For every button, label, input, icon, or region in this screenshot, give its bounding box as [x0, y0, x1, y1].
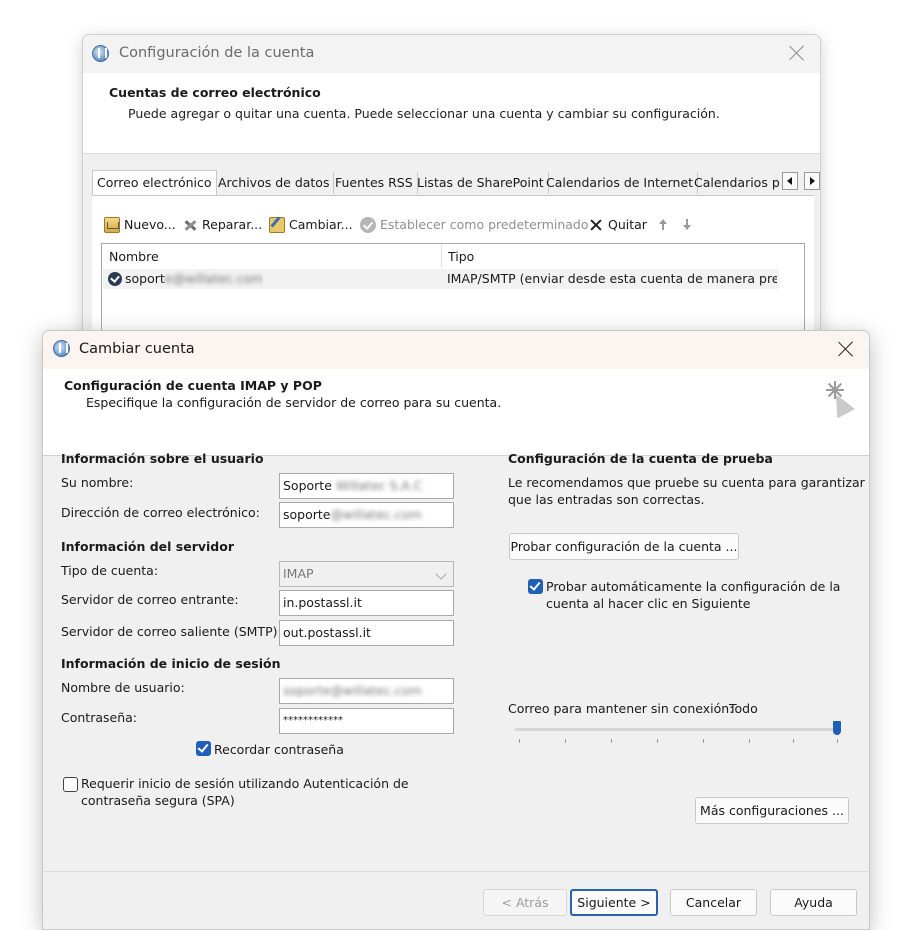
spa-label-line2: contraseña segura (SPA) [81, 793, 235, 808]
slider-tick [793, 739, 794, 743]
new-mail-icon [104, 217, 120, 233]
spa-checkbox[interactable] [63, 777, 78, 792]
server-info-heading: Información del servidor [61, 539, 235, 554]
spa-label-line1: Requerir inicio de sesión utilizando Aut… [81, 776, 409, 791]
auto-test-checkbox[interactable] [528, 579, 543, 594]
incoming-server-input[interactable]: in.postassl.it [279, 590, 454, 616]
account-row[interactable]: soporte@willatec.com IMAP/SMTP (enviar d… [103, 269, 779, 289]
tab-rss-feeds[interactable]: Fuentes RSS [331, 172, 418, 194]
more-settings-button[interactable]: Más configuraciones ... [695, 797, 849, 824]
account-name: soporte@willatec.com [125, 271, 264, 286]
email-address-input[interactable]: soporte@willatec.com [279, 502, 454, 528]
help-button[interactable]: Ayuda [770, 889, 857, 916]
close-icon[interactable] [788, 44, 806, 62]
your-name-input[interactable]: Soporte Willatec S.A.C [279, 473, 454, 499]
offline-mail-slider-thumb[interactable] [833, 721, 841, 735]
account-tabs: Correo electrónico Archivos de datos Fue… [92, 170, 820, 197]
slider-tick [611, 739, 612, 743]
change-account-header: Configuración de cuenta IMAP y POP Espec… [43, 369, 869, 456]
slider-tick [703, 739, 704, 743]
tab-sharepoint-lists[interactable]: Listas de SharePoint [413, 172, 549, 194]
change-account-titlebar[interactable]: Cambiar cuenta [43, 331, 869, 369]
move-down-arrow-icon[interactable] [681, 219, 693, 231]
outgoing-server-input[interactable]: out.postassl.it [279, 620, 454, 646]
account-type-label: Tipo de cuenta: [61, 563, 159, 578]
tools-icon [182, 217, 198, 233]
slider-tick [749, 739, 750, 743]
account-settings-titlebar[interactable]: Configuración de la cuenta [83, 35, 820, 73]
auto-test-label-line2: cuenta al hacer clic en Siguiente [546, 596, 751, 611]
offline-mail-label: Correo para mantener sin conexión: [508, 701, 734, 716]
footer-divider [43, 871, 869, 872]
test-account-settings-button[interactable]: Probar configuración de la cuenta ... [509, 533, 739, 560]
change-icon [269, 217, 285, 233]
account-type-select[interactable]: IMAP [279, 561, 454, 587]
outlook-app-icon [53, 340, 70, 357]
test-settings-desc-line1: Le recomendamos que pruebe su cuenta par… [508, 475, 865, 490]
password-label: Contraseña: [61, 710, 137, 725]
login-info-heading: Información de inicio de sesión [61, 656, 281, 671]
slider-tick [657, 739, 658, 743]
your-name-label: Su nombre: [61, 475, 134, 490]
next-button[interactable]: Siguiente > [570, 889, 658, 916]
username-input[interactable]: soporte@willatec.com [279, 678, 454, 704]
account-settings-title: Configuración de la cuenta [119, 45, 315, 61]
cancel-button[interactable]: Cancelar [670, 889, 757, 916]
remove-x-icon [588, 217, 604, 233]
email-accounts-heading: Cuentas de correo electrónico [109, 85, 321, 100]
user-info-heading: Información sobre el usuario [61, 451, 264, 466]
account-settings-header: Cuentas de correo electrónico Puede agre… [83, 73, 820, 154]
auto-test-label-line1: Probar automáticamente la configuración … [546, 579, 841, 594]
imap-pop-description: Especifique la configuración de servidor… [86, 395, 502, 410]
email-address-label: Dirección de correo electrónico: [61, 505, 260, 520]
tab-internet-calendars[interactable]: Calendarios de Internet [542, 172, 699, 194]
remember-password-checkbox[interactable] [196, 741, 211, 756]
tab-scroll-left-button[interactable] [782, 172, 798, 190]
username-label: Nombre de usuario: [61, 680, 185, 695]
tab-email[interactable]: Correo electrónico [92, 170, 217, 197]
outgoing-server-label: Servidor de correo saliente (SMTP): [61, 624, 282, 639]
imap-pop-heading: Configuración de cuenta IMAP y POP [64, 378, 322, 393]
slider-tick [565, 739, 566, 743]
email-accounts-description: Puede agregar o quitar una cuenta. Puede… [128, 106, 720, 121]
column-header-type[interactable]: Tipo [441, 244, 781, 268]
click-cursor-icon [817, 377, 857, 421]
remember-password-label: Recordar contraseña [214, 742, 344, 757]
slider-tick [519, 739, 520, 743]
column-header-name[interactable]: Nombre [102, 244, 441, 268]
chevron-down-icon [435, 568, 447, 580]
password-input[interactable]: ************ [279, 708, 454, 734]
account-settings-window: Configuración de la cuenta Cuentas de co… [82, 34, 821, 374]
back-button[interactable]: < Atrás [483, 889, 567, 916]
change-account-dialog: Cambiar cuenta Configuración de cuenta I… [42, 330, 870, 930]
slider-tick [837, 739, 838, 743]
default-account-check-icon [108, 272, 122, 286]
move-up-arrow-icon[interactable] [657, 219, 669, 231]
outlook-app-icon [92, 45, 109, 62]
incoming-server-label: Servidor de correo entrante: [61, 592, 239, 607]
tab-scroll-right-button[interactable] [804, 172, 820, 190]
change-account-title: Cambiar cuenta [79, 341, 195, 357]
test-settings-heading: Configuración de la cuenta de prueba [508, 451, 773, 466]
check-circle-icon [360, 217, 376, 233]
offline-mail-value: Todo [729, 701, 758, 716]
tab-published-calendars[interactable]: Calendarios p [690, 172, 780, 194]
account-type: IMAP/SMTP (enviar desde esta cuenta de m… [447, 271, 777, 286]
test-settings-desc-line2: que las entradas son correctas. [508, 492, 705, 507]
tab-data-files[interactable]: Archivos de datos [214, 172, 335, 194]
offline-mail-slider[interactable] [515, 728, 837, 731]
close-icon[interactable] [837, 340, 855, 358]
